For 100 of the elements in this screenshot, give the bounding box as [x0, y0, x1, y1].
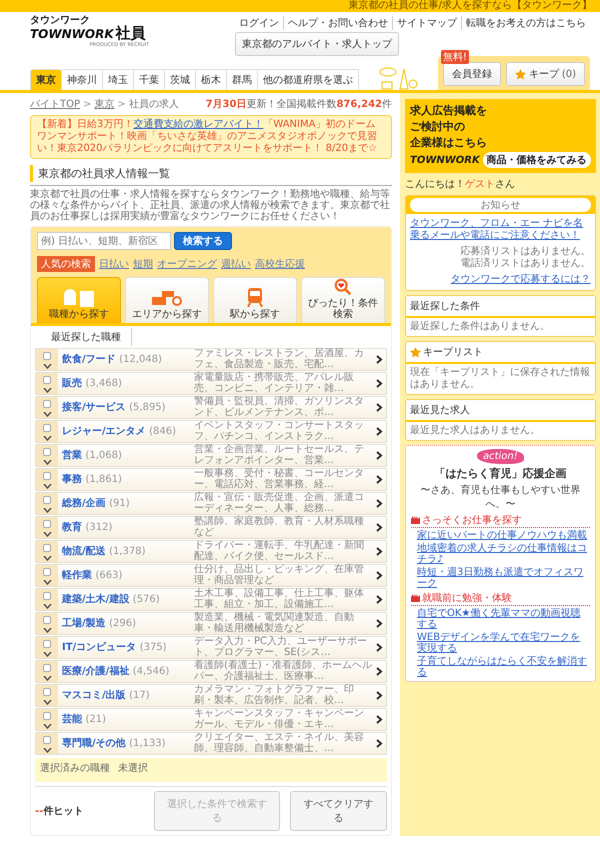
chevron-down-icon[interactable] [42, 580, 52, 585]
category-row[interactable]: 販売 (3,468) 家電量販店・携帯販売、アパレル販売、コンビニ、インテリア・雑… [35, 372, 387, 395]
category-link[interactable]: 工場/製造 (296) [62, 618, 190, 629]
chevron-down-icon[interactable] [42, 460, 52, 465]
popular-link[interactable]: 高校生応援 [255, 257, 305, 271]
campaign-link[interactable]: 子育てしながらはたらく不安を解消する [411, 656, 590, 678]
category-row[interactable]: 軽作業 (663) 仕分け、品出し・ピッキング、在庫管理・商品管理など [35, 564, 387, 587]
breadcrumb-link[interactable]: 東京 [94, 99, 114, 110]
clear-all-button[interactable]: すべてクリアする [290, 791, 387, 831]
chevron-down-icon[interactable] [42, 484, 52, 489]
category-link[interactable]: 総務/企画 (91) [62, 498, 190, 509]
region-tab[interactable]: 茨城 [165, 69, 196, 90]
checkbox[interactable] [43, 352, 51, 360]
checkbox[interactable] [43, 736, 51, 744]
popular-link[interactable]: 短期 [133, 257, 153, 271]
breadcrumb-link[interactable]: バイトTOP [30, 99, 80, 110]
header-link[interactable]: 転職をお考えの方はこちら [461, 16, 590, 30]
popular-link[interactable]: オープニング [157, 257, 217, 271]
category-link[interactable]: 販売 (3,468) [62, 378, 190, 389]
header-link[interactable]: ログイン [235, 16, 283, 30]
category-link[interactable]: 軽作業 (663) [62, 570, 190, 581]
checkbox[interactable] [43, 592, 51, 600]
region-tab[interactable]: 群馬 [227, 69, 258, 90]
checkbox[interactable] [43, 520, 51, 528]
campaign-link[interactable]: 地域密着の求人チラシの仕事情報はコチラ♪ [411, 543, 590, 565]
region-tab[interactable]: 他の都道府県を選ぶ [258, 69, 359, 90]
breadcrumb-link[interactable]: 社員の求人 [128, 99, 179, 110]
checkbox[interactable] [43, 544, 51, 552]
checkbox[interactable] [43, 640, 51, 648]
category-link[interactable]: 教育 (312) [62, 522, 190, 533]
popular-link[interactable]: 週払い [221, 257, 251, 271]
category-row[interactable]: マスコミ/出版 (17) カメラマン・フォトグラファー、印刷・製本、広告制作、記者、校… [35, 684, 387, 707]
checkbox[interactable] [43, 712, 51, 720]
header-link[interactable]: サイトマップ [392, 16, 461, 30]
category-row[interactable]: 建築/土木/建設 (576) 土木工事、設備工事、仕上工事、躯体工事、組立・加工、設備施工… [35, 588, 387, 611]
checkbox[interactable] [43, 448, 51, 456]
checkbox[interactable] [43, 376, 51, 384]
region-tab[interactable]: 神奈川 [62, 69, 103, 90]
checkbox[interactable] [43, 496, 51, 504]
pricing-button[interactable]: 商品・価格をみてみる [482, 152, 591, 168]
category-row[interactable]: 飲食/フード (12,048) ファミレス・レストラン、居酒屋、カフェ、食品製造・販売、宅配… [35, 348, 387, 371]
help-link[interactable]: タウンワークで応募するには？ [406, 270, 595, 290]
search-tab[interactable]: エリアから探す [125, 277, 209, 323]
campaign-link[interactable]: 家に近いパートの仕事ノウハウも満載 [411, 530, 590, 541]
category-link[interactable]: IT/コンピュータ (375) [62, 642, 190, 653]
search-tab[interactable]: 駅から探す [213, 277, 297, 323]
chevron-down-icon[interactable] [42, 628, 52, 633]
category-link[interactable]: 建築/土木/建設 (576) [62, 594, 190, 605]
category-row[interactable]: 専門職/その他 (1,133) クリエイター、エステ・ネイル、美容師、理容師、自動車整備士、… [35, 732, 387, 755]
chevron-down-icon[interactable] [42, 532, 52, 537]
chevron-down-icon[interactable] [42, 700, 52, 705]
region-tab[interactable]: 埼玉 [103, 69, 134, 90]
checkbox[interactable] [43, 472, 51, 480]
top-page-button[interactable]: 東京都のアルバイト・求人トップ [235, 32, 399, 56]
search-tab[interactable]: ぴったり！条件検索 [301, 277, 385, 323]
popular-link[interactable]: 日払い [99, 257, 129, 271]
chevron-down-icon[interactable] [42, 676, 52, 681]
category-row[interactable]: IT/コンピュータ (375) データ入力・PC入力、ユーザーサポート、プログラマー、SE(シス… [35, 636, 387, 659]
chevron-down-icon[interactable] [42, 388, 52, 393]
search-tab[interactable]: 職種から探す [37, 277, 121, 323]
region-tab[interactable]: 東京 [30, 69, 62, 90]
category-link[interactable]: 医療/介護/福祉 (4,546) [62, 666, 190, 677]
checkbox[interactable] [43, 688, 51, 696]
chevron-down-icon[interactable] [42, 508, 52, 513]
category-row[interactable]: 教育 (312) 塾講師、家庭教師、教育・人材系職種など [35, 516, 387, 539]
search-field[interactable]: 例) 日払い、短期、新宿区 [37, 232, 171, 250]
checkbox[interactable] [43, 568, 51, 576]
region-tab[interactable]: 千葉 [134, 69, 165, 90]
chevron-down-icon[interactable] [42, 748, 52, 753]
checkbox[interactable] [43, 400, 51, 408]
category-link[interactable]: 芸能 (21) [62, 714, 190, 725]
category-row[interactable]: 工場/製造 (296) 製造業、機械・電気関連製造、自動車・輸送用機械製造など [35, 612, 387, 635]
checkbox[interactable] [43, 424, 51, 432]
category-row[interactable]: 営業 (1,068) 営業・企画営業、ルートセールス、テレフォンアポインター、営業… [35, 444, 387, 467]
campaign-link[interactable]: 時短・週3日勤務も派遣でオフィスワーク [411, 567, 590, 589]
category-link[interactable]: レジャー/エンタメ (846) [62, 426, 190, 437]
search-button[interactable]: 検索する [174, 232, 232, 250]
chevron-down-icon[interactable] [42, 724, 52, 729]
news-link[interactable]: 交通費支給の激レアバイト！ [133, 119, 264, 130]
category-link[interactable]: 飲食/フード (12,048) [62, 354, 190, 365]
category-link[interactable]: 事務 (1,861) [62, 474, 190, 485]
category-row[interactable]: 医療/介護/福祉 (4,546) 看護師(看護士)・准看護師、ホームヘルパー、介護福祉士、医療事… [35, 660, 387, 683]
chevron-down-icon[interactable] [42, 364, 52, 369]
category-link[interactable]: 接客/サービス (5,895) [62, 402, 190, 413]
campaign-link[interactable]: WEBデザインを学んで在宅ワークを実現する [411, 632, 590, 654]
chevron-down-icon[interactable] [42, 604, 52, 609]
category-row[interactable]: レジャー/エンタメ (846) イベントスタッフ・コンサートスタッフ、パチンコ、インストラク… [35, 420, 387, 443]
checkbox[interactable] [43, 664, 51, 672]
checkbox[interactable] [43, 616, 51, 624]
chevron-down-icon[interactable] [42, 556, 52, 561]
campaign-link[interactable]: 自宅でOK★働く先輩ママの動画視聴する [411, 608, 590, 630]
advertising-banner[interactable]: 求人広告掲載を ご検討中の 企業様はこちら TOWNWORK 商品・価格をみてみる [405, 99, 596, 173]
header-link[interactable]: ヘルプ・お問い合わせ [283, 16, 392, 30]
recent-tab[interactable]: 最近探した職種 [41, 328, 132, 346]
category-link[interactable]: マスコミ/出版 (17) [62, 690, 190, 701]
keep-button[interactable]: キープ (0) [506, 62, 585, 86]
category-link[interactable]: 営業 (1,068) [62, 450, 190, 461]
region-tab[interactable]: 栃木 [196, 69, 227, 90]
category-row[interactable]: 物流/配送 (1,378) ドライバー・運転手、牛乳配達・新聞配達、バイク便、セールスド… [35, 540, 387, 563]
category-row[interactable]: 接客/サービス (5,895) 警備員・監視員、清掃、ガソリンスタンド、ビルメンテナンス、ポ… [35, 396, 387, 419]
